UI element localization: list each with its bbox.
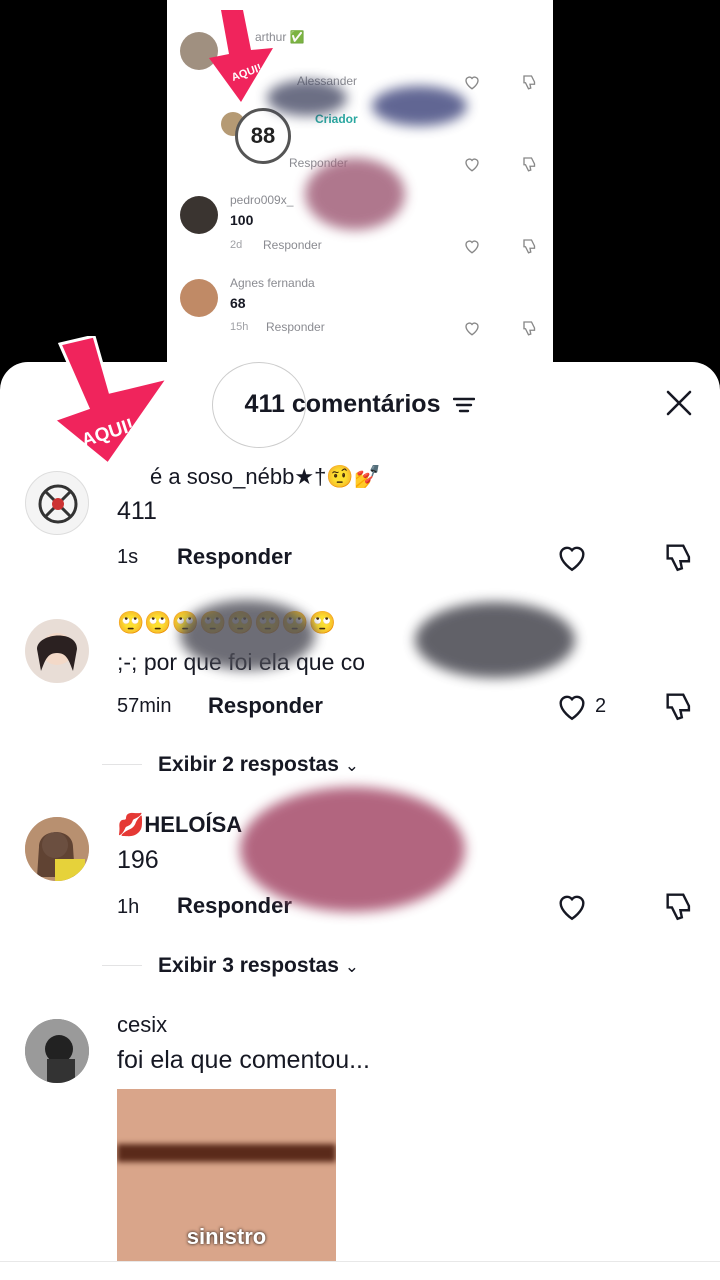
dislike-icon[interactable] — [662, 689, 696, 723]
reply-button[interactable]: Responder — [266, 320, 325, 334]
heart-icon[interactable] — [463, 237, 481, 255]
divider — [102, 764, 142, 765]
heart-icon[interactable] — [555, 540, 589, 574]
arrow-sticker: AQUI! — [50, 336, 172, 466]
filter-icon[interactable] — [453, 396, 476, 414]
sticker-caption: sinistro — [186, 1224, 267, 1249]
comment-author[interactable]: 💋HELOÍSA — [117, 812, 242, 838]
eye-sticker — [415, 602, 575, 678]
view-replies-button[interactable]: Exibir 3 respostas ⌄ — [158, 954, 359, 978]
dislike-icon[interactable] — [662, 889, 696, 923]
dislike-icon[interactable] — [521, 319, 539, 337]
comment-author[interactable]: é a soso_nébb★†🤨💅 — [150, 464, 381, 490]
arrow-sticker: AQUI! — [209, 10, 273, 102]
comment-text: 68 — [230, 295, 246, 311]
avatar[interactable] — [25, 619, 89, 683]
comment-text: foi ela que comentou... — [117, 1046, 370, 1074]
dislike-icon[interactable] — [521, 155, 539, 173]
comment-time: 15h — [230, 321, 249, 333]
reply-button[interactable]: Responder — [263, 238, 322, 252]
comment-text: 100 — [230, 212, 254, 228]
eye-sticker — [372, 86, 467, 126]
meme-sticker-image[interactable]: sinistro — [117, 1089, 336, 1262]
comment-time: 1s — [117, 546, 139, 568]
avatar[interactable] — [25, 471, 89, 535]
bottom-bar — [0, 1261, 720, 1280]
chevron-down-icon: ⌄ — [344, 756, 360, 775]
eye-sticker — [180, 600, 315, 670]
comment-time: 1h — [117, 896, 140, 918]
like-count: 2 — [595, 695, 607, 717]
avatar[interactable] — [25, 1019, 89, 1083]
heart-icon[interactable] — [555, 889, 589, 923]
comments-count-title: 411 comentários — [244, 390, 441, 418]
comment-time: 2d — [230, 239, 243, 251]
chevron-down-icon: ⌄ — [344, 957, 360, 976]
heart-icon[interactable] — [463, 73, 481, 91]
background-comments-panel: arthur ✅ Alessander Criador Responder 88… — [167, 0, 553, 380]
reply-button[interactable]: Responder — [208, 693, 323, 719]
comment-author: pedro009x_ — [230, 193, 294, 207]
comments-sheet: 411 comentários é a soso_nébb★†🤨💅 411 1s… — [0, 336, 720, 1280]
comment-text: 411 — [117, 497, 157, 525]
lips-sticker — [240, 787, 465, 912]
divider — [102, 965, 142, 966]
reply-button[interactable]: Responder — [177, 544, 292, 570]
reply-button[interactable]: Responder — [177, 893, 292, 919]
close-icon[interactable] — [664, 388, 694, 418]
comment-time: 57min — [117, 695, 172, 717]
comment-text: 196 — [117, 846, 159, 874]
heart-icon[interactable] — [463, 319, 481, 337]
comment-author: Agnes fernanda — [230, 276, 315, 290]
heart-icon[interactable] — [555, 689, 589, 723]
heart-icon[interactable] — [463, 155, 481, 173]
view-replies-label: Exibir 3 respostas — [158, 954, 339, 977]
dislike-icon[interactable] — [662, 540, 696, 574]
lips-sticker — [305, 158, 405, 230]
dislike-icon[interactable] — [521, 73, 539, 91]
sticker-eyebrows — [117, 1144, 336, 1162]
avatar — [180, 279, 218, 317]
avatar[interactable] — [25, 817, 89, 881]
circled-number: 88 — [235, 108, 291, 164]
comment-author[interactable]: cesix — [117, 1012, 167, 1038]
avatar — [180, 196, 218, 234]
view-replies-label: Exibir 2 respostas — [158, 753, 339, 776]
view-replies-button[interactable]: Exibir 2 respostas ⌄ — [158, 753, 359, 777]
dislike-icon[interactable] — [521, 237, 539, 255]
